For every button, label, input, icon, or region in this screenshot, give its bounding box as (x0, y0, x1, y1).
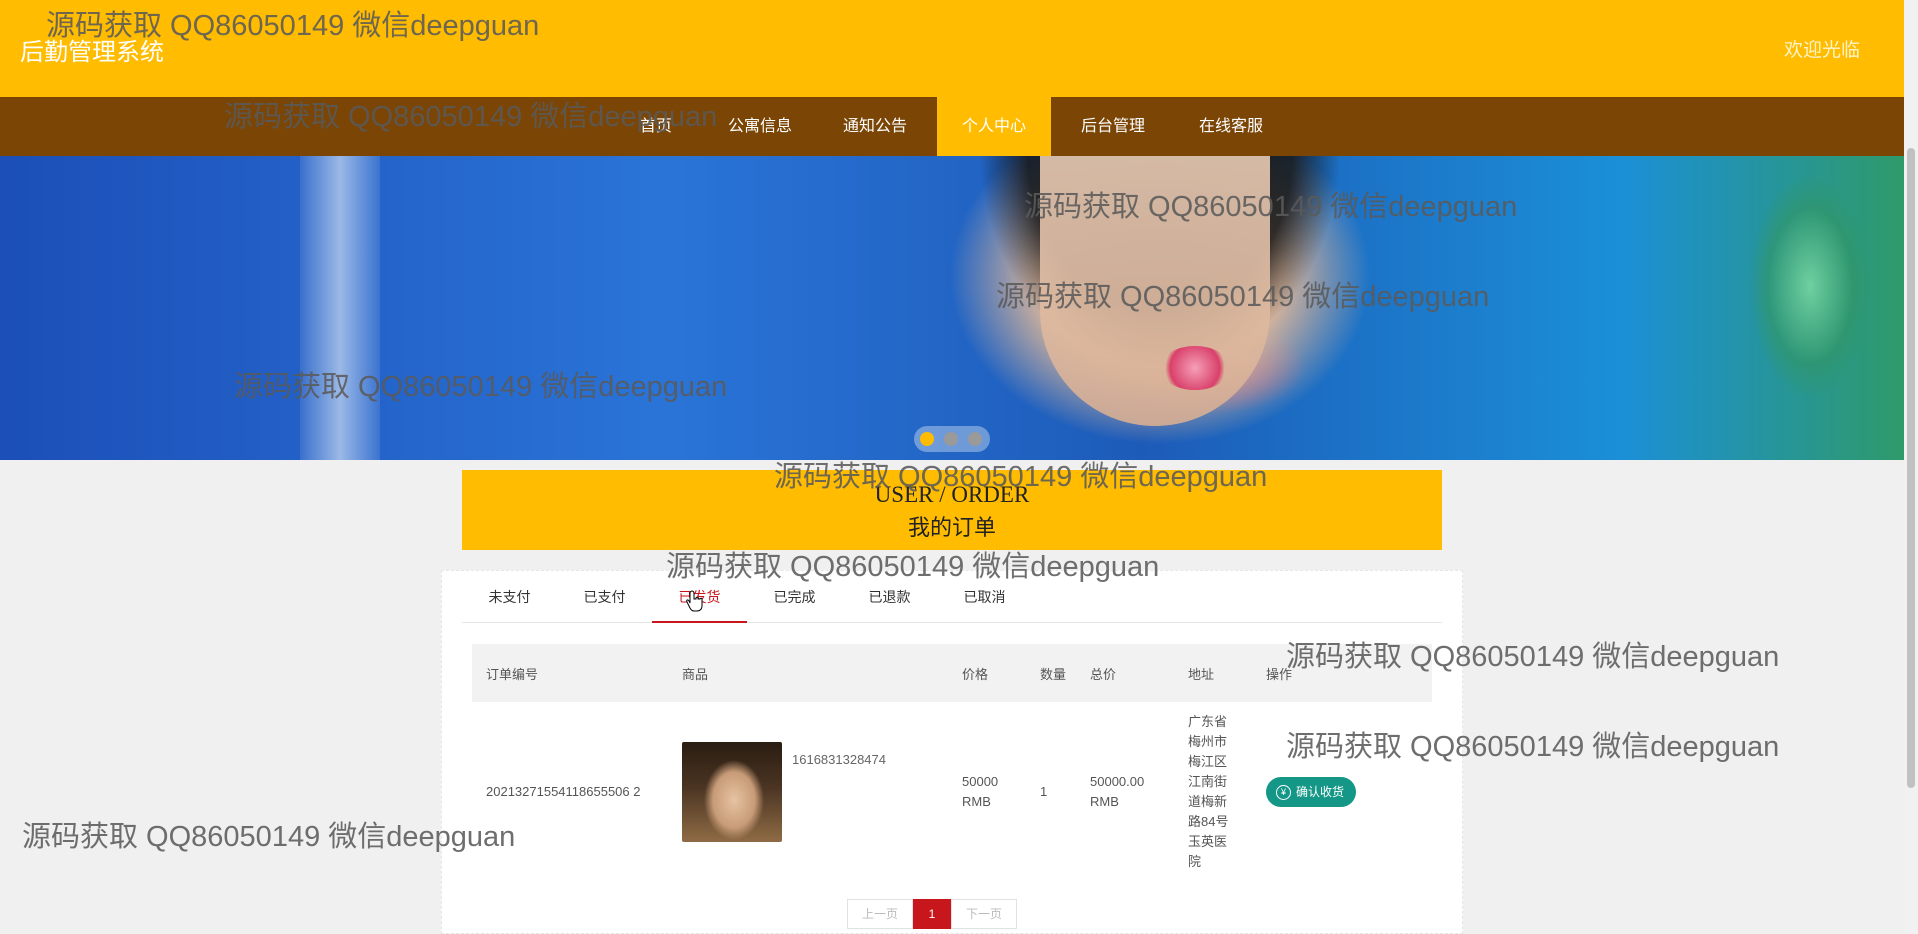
scrollbar-thumb[interactable] (1907, 148, 1915, 788)
page-scrollbar[interactable] (1904, 0, 1918, 934)
product-name: 1616831328474 (792, 752, 886, 767)
carousel-dot-3[interactable] (968, 432, 982, 446)
prev-page-button[interactable]: 上一页 (847, 899, 913, 929)
next-page-button[interactable]: 下一页 (951, 899, 1017, 929)
order-section-header: USER / ORDER 我的订单 (462, 470, 1442, 550)
orders-panel: 未支付 已支付 已发货 已完成 已退款 已取消 订单编号 商品 价格 数量 总价… (441, 570, 1463, 934)
pagination: 上一页 1 下一页 (847, 899, 1017, 929)
carousel-dot-1[interactable] (920, 432, 934, 446)
welcome-text: 欢迎光临 (1783, 40, 1860, 61)
main-nav: 首页 公寓信息 通知公告 个人中心 后台管理 在线客服 (0, 97, 1904, 156)
order-title-zh: 我的订单 (907, 515, 996, 540)
banner-carousel (0, 156, 1904, 460)
order-title-en: USER / ORDER (874, 482, 1030, 507)
product-cell: 1616831328474 (668, 702, 948, 882)
order-no-cell: 20213271554118655506 2 (486, 784, 641, 799)
order-status-tabs: 未支付 已支付 已发货 已完成 已退款 已取消 (462, 571, 1442, 623)
nav-item-admin[interactable]: 后台管理 (1066, 97, 1160, 156)
banner-leaf (1750, 176, 1870, 396)
tab-unpaid[interactable]: 未支付 (462, 571, 557, 623)
banner-calligraphy-scroll (300, 156, 380, 460)
col-product: 商品 (668, 644, 948, 702)
table-row: 20213271554118655506 2 1616831328474 500… (472, 702, 1432, 882)
tab-refunded[interactable]: 已退款 (842, 571, 937, 623)
yen-icon: ¥ (1276, 784, 1291, 800)
banner-flower (1160, 346, 1230, 390)
col-quantity: 数量 (1026, 644, 1076, 702)
quantity-cell: 1 (1040, 784, 1048, 799)
confirm-receipt-label: 确认收货 (1296, 785, 1345, 799)
price-cell: 50000 RMB (962, 774, 999, 809)
orders-table: 订单编号 商品 价格 数量 总价 地址 操作 20213271554118655… (472, 644, 1432, 882)
table-header-row: 订单编号 商品 价格 数量 总价 地址 操作 (472, 644, 1432, 702)
tab-cancelled[interactable]: 已取消 (937, 571, 1032, 623)
page-number-current[interactable]: 1 (913, 899, 951, 929)
action-cell: ¥ 确认收货 (1252, 702, 1432, 882)
col-action: 操作 (1252, 644, 1432, 702)
confirm-receipt-button[interactable]: ¥ 确认收货 (1266, 777, 1357, 807)
product-thumbnail[interactable] (682, 742, 782, 842)
nav-item-online-service[interactable]: 在线客服 (1184, 97, 1278, 156)
nav-item-apartments[interactable]: 公寓信息 (713, 97, 807, 156)
col-address: 地址 (1174, 644, 1252, 702)
site-title: 后勤管理系统 (20, 39, 164, 66)
col-total: 总价 (1076, 644, 1174, 702)
nav-item-personal-center[interactable]: 个人中心 (937, 97, 1051, 156)
hand-cursor-icon (686, 590, 703, 612)
carousel-dot-2[interactable] (944, 432, 958, 446)
col-price: 价格 (948, 644, 1026, 702)
top-header: 后勤管理系统 欢迎光临 (0, 0, 1904, 97)
tab-completed[interactable]: 已完成 (747, 571, 842, 623)
carousel-indicators (914, 426, 990, 452)
nav-item-home[interactable]: 首页 (626, 97, 686, 156)
banner-figure-face (1040, 156, 1270, 426)
tab-paid[interactable]: 已支付 (557, 571, 652, 623)
col-order-no: 订单编号 (472, 644, 668, 702)
total-cell: 50000.00 RMB (1090, 774, 1145, 809)
address-cell: 广东省梅州市梅江区江南街道梅新路84号玉英医院 (1188, 714, 1229, 869)
nav-item-notices[interactable]: 通知公告 (828, 97, 922, 156)
